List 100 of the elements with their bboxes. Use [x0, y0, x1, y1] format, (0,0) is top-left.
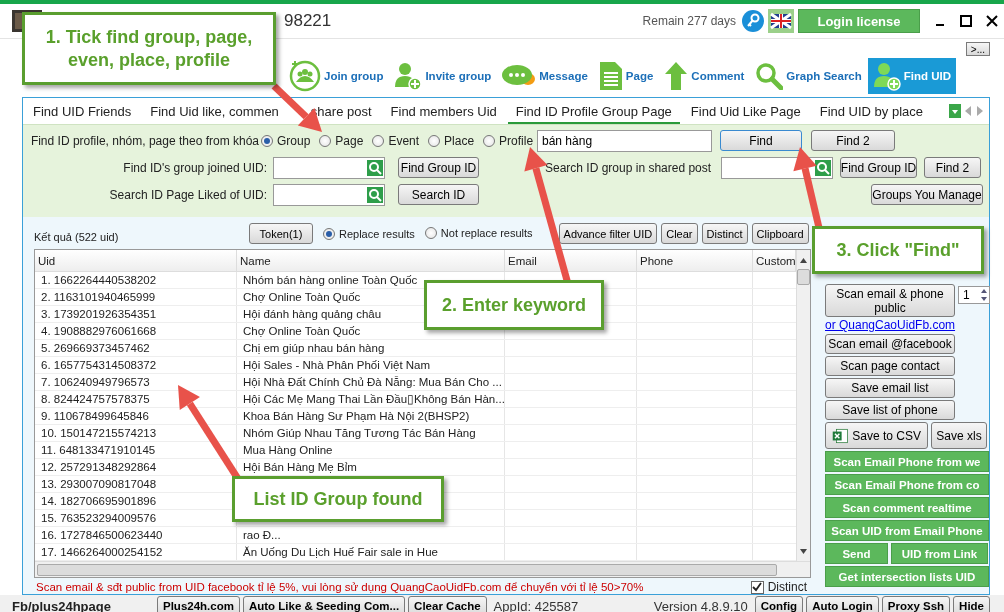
toolbar-button[interactable]: Graph Search — [750, 58, 867, 94]
maximize-icon[interactable] — [960, 15, 972, 27]
table-row[interactable]: 9. 110678499645846 Khoa Bán Hàng Sư Phạm Hà Nội 2(BHSP2) — [35, 408, 796, 425]
status-button[interactable]: Plus24h.com — [157, 595, 240, 612]
column-header[interactable]: Custom — [753, 250, 796, 272]
table-row[interactable]: 11. 648133471910145 Mua Hàng Online — [35, 442, 796, 459]
dropdown-icon[interactable] — [949, 104, 961, 118]
column-header[interactable]: Email — [505, 250, 637, 272]
find-button[interactable]: Find 2 — [811, 130, 895, 151]
radio-label[interactable]: Profile — [499, 133, 534, 148]
search-button[interactable]: Search ID — [398, 184, 479, 205]
callout: List ID Group found — [232, 476, 444, 522]
find-group-button[interactable]: Find Group ID — [840, 157, 917, 178]
close-icon[interactable] — [986, 15, 998, 27]
radio-label[interactable]: Replace results — [339, 228, 415, 240]
radio-button[interactable] — [428, 134, 441, 147]
find-button[interactable]: Find 2 — [924, 157, 981, 178]
radio-label[interactable]: Not replace results — [440, 226, 533, 239]
checkbox-label[interactable]: Distinct — [767, 580, 807, 594]
token-button[interactable]: Token(1) — [249, 223, 313, 244]
toolbar-button[interactable]: Comment — [659, 58, 750, 94]
status-button[interactable]: Clear Cache — [408, 595, 487, 612]
status-button[interactable]: Auto Like & Seeding Com... — [242, 595, 406, 612]
action-button[interactable]: Advance filter UID — [558, 223, 658, 244]
key-icon[interactable] — [742, 10, 764, 32]
user-add-icon — [394, 61, 423, 91]
action-button[interactable]: Distinct — [701, 223, 748, 244]
search-field[interactable] — [273, 183, 385, 206]
radio-label[interactable]: Place — [444, 133, 475, 148]
status-button[interactable]: Auto Login — [806, 595, 879, 612]
column-header[interactable]: Name — [237, 250, 505, 272]
save-xls-button[interactable]: Save xls — [931, 422, 987, 449]
side-button[interactable]: Save list of phone — [825, 400, 955, 420]
vertical-scrollbar[interactable] — [796, 250, 810, 561]
callout: 3. Click "Find" — [812, 226, 984, 274]
tab[interactable]: Find UID Friends — [25, 104, 140, 124]
side-button[interactable]: Scan page contact — [825, 356, 955, 376]
callout: 1. Tick find group, page, even, place, profile — [22, 12, 276, 85]
scroll-thumb[interactable] — [37, 563, 777, 576]
table-cell: 10. 150147215574213 — [35, 425, 237, 441]
table-cell: 3. 1739201926354351 — [35, 306, 237, 322]
spin-field[interactable]: 1 — [958, 286, 990, 304]
checkbox[interactable] — [750, 580, 764, 594]
flag-icon[interactable] — [768, 9, 794, 33]
table-cell: Chị em giúp nhau bán hàng — [237, 340, 505, 356]
find-button[interactable]: Find — [720, 130, 802, 151]
scan-button[interactable]: Scan email & phone public — [825, 284, 955, 317]
table-row[interactable]: 6. 1657754314508372 Hội Sales - Nhà Phân Phối Việt Nam — [35, 357, 796, 374]
status-button[interactable]: Config — [754, 595, 804, 612]
keyword-field[interactable]: bán hàng — [537, 129, 712, 152]
radio-button[interactable] — [483, 134, 496, 147]
action-button[interactable]: Clear — [661, 223, 698, 244]
tab[interactable]: Find Uid Like Page — [682, 104, 809, 124]
user-add-icon — [872, 61, 901, 91]
status-button[interactable]: Proxy Ssh — [881, 595, 951, 612]
side-button[interactable]: Save email list — [825, 378, 955, 398]
field-label: Find ID's group joined UID: — [122, 160, 268, 175]
radio-button[interactable] — [372, 134, 385, 147]
action-button[interactable]: Clipboard — [751, 223, 809, 244]
radio-label[interactable]: Page — [335, 133, 364, 148]
website-link[interactable]: or QuangCaoUidFb.com — [825, 319, 989, 332]
toolbar-button[interactable]: Join group — [284, 58, 389, 94]
radio-button[interactable] — [323, 228, 335, 240]
table-cell: Hội Sales - Nhà Phân Phối Việt Nam — [237, 357, 505, 373]
toolbar-button[interactable]: Message — [497, 58, 593, 94]
radio-button[interactable] — [424, 226, 437, 239]
table-cell: rao Đ... — [237, 527, 505, 543]
result-count: Kết quả (522 uid) — [34, 229, 120, 243]
horizontal-scrollbar[interactable] — [35, 561, 810, 577]
scroll-down-icon[interactable] — [799, 547, 808, 556]
side-button[interactable]: Scan email @facebook — [825, 334, 955, 354]
table-cell: 1. 1662264440538202 — [35, 272, 237, 288]
groups-button[interactable]: Groups You Manage — [871, 184, 983, 205]
radio-label[interactable]: Group — [277, 133, 311, 148]
table-row[interactable]: 10. 150147215574213 Nhóm Giúp Nhau Tăng Tương Tác Bán Hàng — [35, 425, 796, 442]
table-row[interactable]: 7. 106240949796573 Hội Nhà Đất Chính Chủ Đà Nẵng: Mua Bán Cho ... — [35, 374, 796, 391]
status-button[interactable]: Hide — [953, 595, 990, 612]
up-arrow-icon — [664, 61, 689, 91]
column-header[interactable]: Phone — [637, 250, 753, 272]
tab[interactable]: Find UID by place — [811, 104, 931, 124]
table-cell: Hội Nhà Đất Chính Chủ Đà Nẵng: Mua Bán Cho ... — [237, 374, 505, 390]
save-csv-button[interactable]: Save to CSV — [825, 422, 928, 449]
find-group-button[interactable]: Find Group ID — [398, 157, 479, 178]
toolbar-button[interactable]: Page — [593, 58, 659, 94]
table-row[interactable]: 16. 1727846500623440 rao Đ... — [35, 527, 796, 544]
radio-button[interactable] — [261, 134, 273, 147]
search-field[interactable] — [273, 156, 385, 179]
scroll-left-icon[interactable] — [963, 105, 973, 117]
spinner-arrows-icon[interactable] — [980, 287, 988, 303]
scroll-right-icon[interactable] — [975, 105, 985, 117]
tab[interactable]: Find members Uid — [382, 104, 505, 124]
overflow-button[interactable]: >... — [965, 42, 990, 56]
toolbar-button[interactable]: Invite group — [389, 58, 497, 94]
radio-label[interactable]: Event — [388, 133, 420, 148]
radio-button[interactable] — [319, 134, 332, 147]
table-cell: Hội Các Mẹ Mang Thai Lần Đầu▯Không Bán Hàn... — [237, 391, 505, 407]
scroll-thumb[interactable] — [797, 269, 810, 285]
column-header[interactable]: Uid — [35, 250, 237, 272]
table-row[interactable]: 5. 269669373457462 Chị em giúp nhau bán hàng — [35, 340, 796, 357]
scroll-up-icon[interactable] — [799, 256, 808, 265]
